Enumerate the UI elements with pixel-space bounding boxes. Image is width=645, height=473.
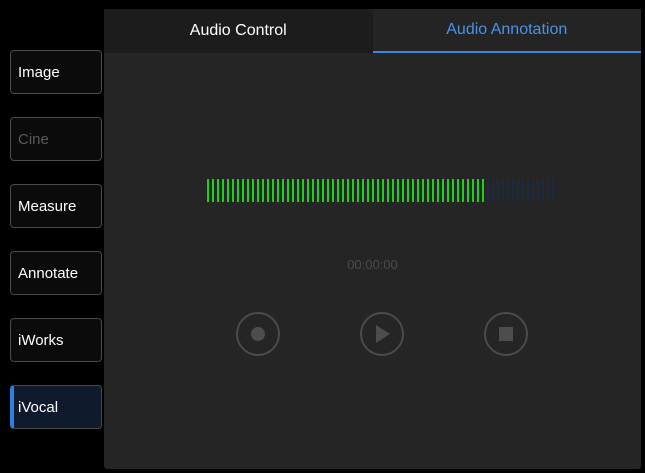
- level-bar: [222, 179, 224, 202]
- sidebar-item-ivocal[interactable]: iVocal: [10, 385, 102, 429]
- level-bar: [432, 179, 434, 202]
- level-bar: [427, 179, 429, 202]
- play-icon: [376, 325, 390, 343]
- level-bar: [457, 179, 459, 202]
- level-bar: [462, 179, 464, 202]
- level-bar: [262, 179, 264, 202]
- level-bar: [502, 179, 504, 202]
- level-bar: [497, 179, 499, 202]
- record-icon: [251, 327, 265, 341]
- level-bar: [467, 179, 469, 202]
- level-bar: [402, 179, 404, 202]
- level-bar: [247, 179, 249, 202]
- recording-timer: 00:00:00: [347, 257, 398, 272]
- level-bar: [417, 179, 419, 202]
- record-button[interactable]: [236, 312, 280, 356]
- level-bar: [392, 179, 394, 202]
- level-bar: [447, 179, 449, 202]
- sidebar-item-label: iVocal: [18, 398, 59, 416]
- level-bar: [272, 179, 274, 202]
- level-bar: [442, 179, 444, 202]
- level-bar: [322, 179, 324, 202]
- level-bar: [472, 179, 474, 202]
- level-bar: [482, 179, 484, 202]
- sidebar-item-image[interactable]: Image: [10, 50, 102, 94]
- level-bar: [437, 179, 439, 202]
- sidebar: Image Cine Measure Annotate iWorks iVoca…: [0, 0, 104, 473]
- level-bar: [207, 179, 209, 202]
- sidebar-item-cine[interactable]: Cine: [10, 117, 102, 161]
- sidebar-item-label: Measure: [18, 197, 77, 215]
- level-bar: [297, 179, 299, 202]
- level-bar: [252, 179, 254, 202]
- level-bar: [422, 179, 424, 202]
- sidebar-item-measure[interactable]: Measure: [10, 184, 102, 228]
- level-bar: [257, 179, 259, 202]
- level-bar: [537, 179, 539, 202]
- sidebar-item-label: Annotate: [18, 264, 79, 282]
- level-bar: [477, 179, 479, 202]
- audio-level-meter: [207, 179, 557, 202]
- level-bar: [492, 179, 494, 202]
- level-bar: [277, 179, 279, 202]
- level-bar: [337, 179, 339, 202]
- level-bar: [237, 179, 239, 202]
- level-bar: [522, 179, 524, 202]
- stop-button[interactable]: [484, 312, 528, 356]
- level-bar: [362, 179, 364, 202]
- level-bar: [267, 179, 269, 202]
- level-bar: [317, 179, 319, 202]
- level-bar: [292, 179, 294, 202]
- sidebar-item-iworks[interactable]: iWorks: [10, 318, 102, 362]
- level-bar: [487, 179, 489, 202]
- level-bar: [242, 179, 244, 202]
- level-bar: [547, 179, 549, 202]
- level-bar: [552, 179, 554, 202]
- tab-label: Audio Control: [189, 22, 287, 39]
- level-bar: [282, 179, 284, 202]
- level-bar: [507, 179, 509, 202]
- audio-panel: Audio Control Audio Annotation 00:00:00: [104, 9, 641, 469]
- level-bar: [532, 179, 534, 202]
- tab-audio-control[interactable]: Audio Control: [104, 9, 373, 53]
- sidebar-item-label: Cine: [18, 130, 49, 148]
- tab-audio-annotation[interactable]: Audio Annotation: [372, 9, 641, 53]
- level-bar: [397, 179, 399, 202]
- sidebar-item-label: Image: [18, 63, 60, 81]
- level-bar: [407, 179, 409, 202]
- level-bar: [452, 179, 454, 202]
- level-bar: [377, 179, 379, 202]
- level-bar: [512, 179, 514, 202]
- level-bar: [232, 179, 234, 202]
- level-bar: [342, 179, 344, 202]
- level-bar: [527, 179, 529, 202]
- level-bar: [412, 179, 414, 202]
- level-bar: [387, 179, 389, 202]
- level-bar: [372, 179, 374, 202]
- level-bar: [367, 179, 369, 202]
- level-bar: [327, 179, 329, 202]
- level-bar: [287, 179, 289, 202]
- level-bar: [312, 179, 314, 202]
- level-bar: [227, 179, 229, 202]
- level-bar: [542, 179, 544, 202]
- level-bar: [332, 179, 334, 202]
- tab-bar: Audio Control Audio Annotation: [104, 9, 641, 53]
- level-bar: [307, 179, 309, 202]
- level-bar: [347, 179, 349, 202]
- level-bar: [352, 179, 354, 202]
- level-bar: [382, 179, 384, 202]
- level-bar: [357, 179, 359, 202]
- sidebar-item-label: iWorks: [18, 331, 64, 349]
- tab-label: Audio Annotation: [446, 21, 568, 38]
- sidebar-item-annotate[interactable]: Annotate: [10, 251, 102, 295]
- level-bar: [212, 179, 214, 202]
- level-bar: [302, 179, 304, 202]
- stop-icon: [499, 327, 513, 341]
- level-bar: [517, 179, 519, 202]
- level-bar: [217, 179, 219, 202]
- play-button[interactable]: [360, 312, 404, 356]
